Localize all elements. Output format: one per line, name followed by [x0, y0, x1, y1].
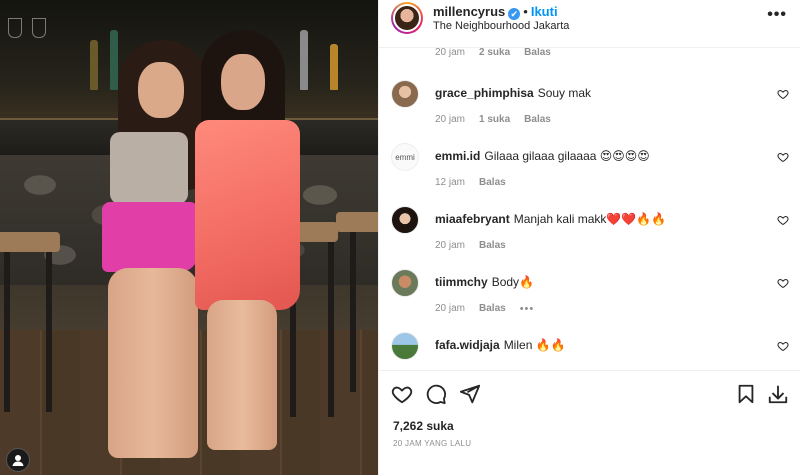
previous-comment-meta: 20 jam 2 suka Balas	[435, 48, 551, 58]
comment-meta: 20 jam 1 suka Balas	[435, 114, 551, 125]
avatar-label: emmi	[395, 152, 415, 162]
user-icon	[12, 455, 24, 466]
post-header: millencyrus ✔ • Ikuti The Neighbourhood Jak…	[379, 0, 800, 48]
comment-time: 12 jam	[435, 177, 466, 188]
post-timestamp: 20 JAM YANG LALU	[393, 439, 472, 448]
like-comment-heart-icon[interactable]	[777, 214, 789, 226]
like-comment-heart-icon[interactable]	[777, 151, 789, 163]
verified-badge-icon: ✔	[508, 8, 521, 20]
comment-username[interactable]: tiimmchy	[435, 275, 488, 289]
comment-meta: 20 jam Balas •••	[435, 303, 534, 315]
glass	[8, 18, 22, 38]
comment-time: 20 jam	[435, 303, 466, 314]
stool-leg	[350, 232, 356, 392]
comment-time: 20 jam	[435, 48, 466, 58]
comment-time: 20 jam	[435, 240, 466, 251]
separator-dot: •	[523, 4, 528, 19]
like-comment-heart-icon[interactable]	[777, 340, 789, 352]
location-link[interactable]: The Neighbourhood Jakarta	[433, 20, 569, 32]
reply-button[interactable]: Balas	[479, 240, 506, 251]
comment-text-line: grace_phimphisa Souy mak	[435, 86, 591, 100]
stool-leg	[46, 252, 52, 412]
comment-icon[interactable]	[425, 383, 447, 405]
comment-item: emmi emmi.id Gilaaa gilaaa gilaaaa 😍😍😍😍 1…	[379, 143, 800, 203]
reply-button[interactable]: Balas	[479, 303, 506, 315]
commenter-avatar[interactable]	[391, 80, 419, 108]
heart-icon[interactable]	[391, 383, 413, 405]
comment-body: Body🔥	[491, 275, 534, 289]
comment-time: 20 jam	[435, 114, 466, 125]
author-line: millencyrus ✔ • Ikuti	[433, 4, 558, 20]
comment-username[interactable]: emmi.id	[435, 149, 480, 163]
bookmark-icon[interactable]	[735, 383, 757, 405]
comment-body: Milen 🔥🔥	[503, 338, 566, 352]
commenter-avatar[interactable]: emmi	[391, 143, 419, 171]
comment-meta: 12 jam Balas	[435, 177, 506, 188]
bar-stool	[0, 232, 60, 252]
comment-text-line: fafa.widjaja Milen 🔥🔥	[435, 338, 566, 352]
likes-count[interactable]: 7,262 suka	[393, 419, 454, 433]
comment-likes[interactable]: 1 suka	[479, 114, 510, 125]
comment-text-line: tiimmchy Body🔥	[435, 275, 534, 289]
like-comment-heart-icon[interactable]	[777, 277, 789, 289]
follow-button[interactable]: Ikuti	[531, 4, 558, 19]
tagged-user-button[interactable]	[6, 448, 30, 472]
reply-button[interactable]: Balas	[524, 48, 551, 58]
bar-stool	[336, 212, 378, 232]
like-comment-heart-icon[interactable]	[777, 88, 789, 100]
share-icon[interactable]	[459, 383, 481, 405]
post-photo[interactable]	[0, 0, 378, 475]
comment-body: Gilaaa gilaaa gilaaaa 😍😍😍😍	[484, 149, 650, 163]
author-avatar[interactable]	[391, 2, 423, 34]
commenter-avatar[interactable]	[391, 206, 419, 234]
reply-button[interactable]: Balas	[479, 177, 506, 188]
comment-item: fafa.widjaja Milen 🔥🔥	[379, 332, 800, 370]
comment-body: Manjah kali makk❤️❤️🔥🔥	[513, 212, 667, 226]
comment-username[interactable]: fafa.widjaja	[435, 338, 500, 352]
comments-list[interactable]: 20 jam 2 suka Balas grace_phimphisa Souy …	[379, 48, 800, 370]
person-right	[185, 30, 305, 470]
comment-body: Souy mak	[537, 86, 592, 100]
post-sidebar: millencyrus ✔ • Ikuti The Neighbourhood Jak…	[378, 0, 800, 475]
download-icon[interactable]	[767, 383, 789, 405]
comment-item: miaafebryant Manjah kali makk❤️❤️🔥🔥 20 ja…	[379, 206, 800, 266]
stool-leg	[4, 252, 10, 412]
commenter-avatar[interactable]	[391, 269, 419, 297]
glass	[32, 18, 46, 38]
comment-username[interactable]: grace_phimphisa	[435, 86, 534, 100]
more-options-icon[interactable]: •••	[767, 6, 787, 24]
post-actions: 7,262 suka 20 JAM YANG LALU	[379, 370, 800, 475]
comment-likes[interactable]: 2 suka	[479, 48, 510, 58]
comment-text-line: miaafebryant Manjah kali makk❤️❤️🔥🔥	[435, 212, 666, 226]
comment-meta: 20 jam Balas	[435, 240, 506, 251]
comment-more-icon[interactable]: •••	[520, 303, 535, 315]
commenter-avatar[interactable]	[391, 332, 419, 360]
stool-leg	[328, 242, 334, 417]
reply-button[interactable]: Balas	[524, 114, 551, 125]
comment-item: grace_phimphisa Souy mak 20 jam 1 suka Ba…	[379, 80, 800, 140]
author-username[interactable]: millencyrus	[433, 4, 505, 19]
bottle	[330, 44, 338, 90]
comment-text-line: emmi.id Gilaaa gilaaa gilaaaa 😍😍😍😍	[435, 149, 650, 163]
comment-username[interactable]: miaafebryant	[435, 212, 510, 226]
comment-item: tiimmchy Body🔥 20 jam Balas •••	[379, 269, 800, 329]
